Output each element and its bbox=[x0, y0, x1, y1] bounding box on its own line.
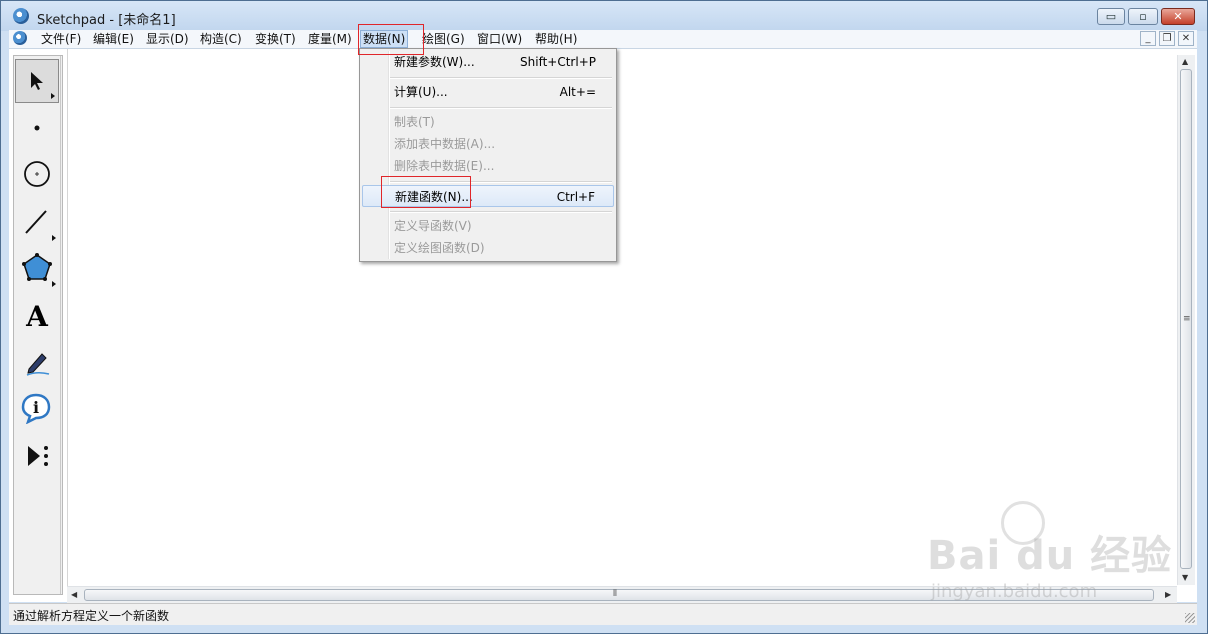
menu-item-label: 删除表中数据(E)... bbox=[394, 159, 495, 173]
menu-item-add-table-data: 添加表中数据(A)... bbox=[362, 133, 614, 155]
grip-icon: ≡ bbox=[1183, 314, 1191, 324]
menu-item-remove-table-data: 删除表中数据(E)... bbox=[362, 155, 614, 177]
app-window: Sketchpad - [未命名1] ▭ ▫ ✕ 文件(F) 编辑(E) 显示(… bbox=[0, 0, 1208, 634]
scroll-right-icon[interactable]: ▶ bbox=[1165, 590, 1171, 599]
menu-graph[interactable]: 绘图(G) bbox=[420, 30, 467, 48]
point-tool[interactable] bbox=[15, 106, 59, 150]
text-tool[interactable]: A bbox=[15, 294, 59, 338]
menu-item-tabulate: 制表(T) bbox=[362, 111, 614, 133]
menu-item-plot-function: 定义绘图函数(D) bbox=[362, 237, 614, 259]
menu-display[interactable]: 显示(D) bbox=[144, 30, 191, 48]
status-bar: 通过解析方程定义一个新函数 bbox=[9, 603, 1197, 625]
straightedge-tool[interactable] bbox=[15, 200, 59, 244]
resize-grip-icon[interactable] bbox=[1185, 613, 1195, 623]
tool-submenu-icon bbox=[51, 93, 55, 99]
polygon-tool[interactable] bbox=[15, 246, 59, 290]
minimize-button[interactable]: ▭ bbox=[1097, 8, 1125, 25]
window-title: Sketchpad - [未命名1] bbox=[37, 13, 176, 28]
tool-submenu-icon bbox=[52, 281, 56, 287]
information-tool-icon: i bbox=[21, 393, 51, 424]
maximize-button[interactable]: ▫ bbox=[1128, 8, 1158, 25]
information-tool[interactable]: i bbox=[15, 386, 59, 430]
mdi-close-button[interactable]: ✕ bbox=[1178, 31, 1194, 46]
toolbox-divider bbox=[60, 56, 61, 594]
menu-item-shortcut: Alt+= bbox=[559, 85, 596, 99]
menu-item-label: 定义绘图函数(D) bbox=[394, 241, 485, 255]
menu-file[interactable]: 文件(F) bbox=[39, 30, 83, 48]
status-text: 通过解析方程定义一个新函数 bbox=[13, 609, 170, 623]
watermark-paw-icon bbox=[1001, 501, 1045, 545]
point-tool-icon bbox=[34, 125, 40, 131]
compass-tool[interactable] bbox=[15, 152, 59, 196]
menu-item-calculate[interactable]: 计算(U)... Alt+= bbox=[362, 81, 614, 103]
sketchpad-app-icon bbox=[13, 8, 29, 24]
compass-tool-icon bbox=[24, 161, 50, 187]
menu-bar: 文件(F) 编辑(E) 显示(D) 构造(C) 变换(T) 度量(M) 数据(N… bbox=[9, 30, 1197, 49]
menu-edit[interactable]: 编辑(E) bbox=[91, 30, 136, 48]
menu-help[interactable]: 帮助(H) bbox=[533, 30, 579, 48]
vertical-scrollbar[interactable]: ▲ ≡ ▼ bbox=[1177, 55, 1195, 585]
arrow-select-tool[interactable] bbox=[15, 59, 59, 103]
menu-item-label: 制表(T) bbox=[394, 115, 435, 129]
menu-item-label: 定义导函数(V) bbox=[394, 219, 472, 233]
polygon-tool-icon bbox=[22, 253, 52, 281]
custom-tool[interactable] bbox=[15, 434, 59, 478]
scroll-down-icon[interactable]: ▼ bbox=[1182, 573, 1188, 582]
scroll-left-icon[interactable]: ◀ bbox=[71, 590, 77, 599]
menu-item-label: 添加表中数据(A)... bbox=[394, 137, 496, 151]
menu-item-label: 计算(U)... bbox=[394, 85, 448, 99]
annotation-box-new-function bbox=[381, 176, 471, 208]
menu-item-derivative: 定义导函数(V) bbox=[362, 215, 614, 237]
menu-transform[interactable]: 变换(T) bbox=[253, 30, 298, 48]
title-bar: Sketchpad - [未命名1] ▭ ▫ ✕ bbox=[1, 1, 1207, 31]
menu-window[interactable]: 窗口(W) bbox=[475, 30, 524, 48]
close-button[interactable]: ✕ bbox=[1161, 8, 1195, 25]
menu-measure[interactable]: 度量(M) bbox=[306, 30, 354, 48]
grip-icon: ⦀ bbox=[613, 589, 617, 599]
menu-construct[interactable]: 构造(C) bbox=[198, 30, 244, 48]
data-menu-dropdown: 新建参数(W)... Shift+Ctrl+P 计算(U)... Alt+= 制… bbox=[359, 48, 617, 262]
mdi-minimize-button[interactable]: _ bbox=[1140, 31, 1156, 46]
toolbox: A i bbox=[13, 55, 63, 595]
document-icon[interactable] bbox=[13, 31, 27, 45]
tool-submenu-icon bbox=[52, 235, 56, 241]
straightedge-tool-icon bbox=[25, 210, 47, 234]
svg-text:i: i bbox=[33, 398, 39, 417]
menu-item-shortcut: Shift+Ctrl+P bbox=[520, 55, 596, 69]
mdi-restore-button[interactable]: ❐ bbox=[1159, 31, 1175, 46]
menu-separator bbox=[390, 107, 612, 109]
vertical-scroll-thumb[interactable]: ≡ bbox=[1180, 69, 1192, 569]
marker-tool[interactable] bbox=[15, 340, 59, 384]
menu-separator bbox=[390, 77, 612, 79]
text-tool-icon: A bbox=[26, 299, 48, 333]
watermark-logo: Bai du 经验 bbox=[927, 533, 1173, 579]
annotation-box-data-menu bbox=[358, 24, 424, 55]
custom-tool-icon bbox=[28, 446, 48, 466]
menu-separator bbox=[390, 211, 612, 213]
menu-item-shortcut: Ctrl+F bbox=[556, 190, 595, 204]
arrow-select-tool-icon bbox=[31, 72, 43, 90]
marker-tool-icon bbox=[26, 353, 50, 376]
watermark-url: jingyan.baidu.com bbox=[931, 581, 1098, 602]
scroll-up-icon[interactable]: ▲ bbox=[1182, 57, 1188, 66]
